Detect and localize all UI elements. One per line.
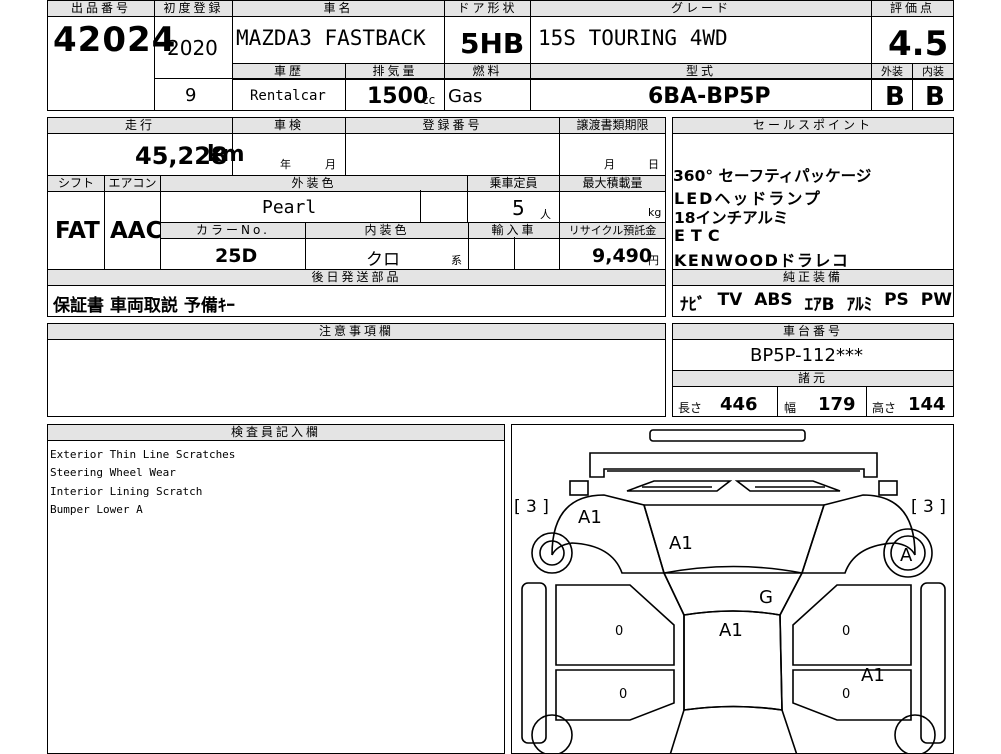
sale-point-5: KENWOODドラレコ [674, 251, 850, 270]
int-color-value: クロ [366, 250, 400, 270]
yen-unit: 円 [648, 254, 659, 267]
deadline-month: 月 [604, 158, 615, 171]
damage-mark-windshield: G [759, 587, 773, 608]
ext-color-header: 外装色 [160, 175, 468, 192]
sale-point-4: ETC [674, 226, 726, 245]
car-name-header: 車名 [232, 0, 445, 17]
damage-mark-hood: A1 [669, 533, 693, 554]
inspection-header: 車検 [232, 117, 346, 134]
mark-right-rear-door: 0 [842, 687, 851, 702]
inspector-notes-header: 検査員記入欄 [47, 424, 505, 441]
equipment-list: ﾅﾋﾞ TV ABS ｴｱB ｱﾙﾐ PS PW [680, 290, 953, 315]
score: 4.5 [888, 24, 949, 64]
capacity-value: 5 [512, 196, 525, 220]
car-outline-drawing [521, 429, 946, 753]
first-reg-year: 2020 [167, 36, 218, 60]
color-no-value: 25D [215, 245, 258, 267]
tread-depth-right: [ 3 ] [911, 497, 946, 517]
equipment-item: ﾅﾋﾞ [680, 295, 706, 315]
mileage-header: 走行 [47, 117, 233, 134]
first-reg-header: 初度登録 [154, 0, 233, 17]
equipment-item: ｱﾙﾐ [846, 295, 873, 315]
height-label: 高さ [872, 401, 897, 415]
aircon-header: エアコン [104, 175, 161, 192]
fuel-value: Gas [448, 86, 483, 107]
model-code: 6BA-BP5P [648, 84, 771, 109]
sale-point-1: 360° セーフティパッケージ [673, 167, 872, 185]
kei-unit: 系 [451, 254, 462, 267]
inspector-note-4: Bumper Lower A [50, 503, 143, 516]
exterior-grade: B [885, 82, 905, 112]
chassis-number: BP5P-112*** [750, 345, 863, 366]
max-load-header: 最大積載量 [559, 175, 666, 192]
length-label: 長さ [678, 401, 703, 415]
score-header: 評価点 [871, 0, 954, 17]
damage-mark-front-left: A1 [578, 507, 602, 528]
sale-points-header: セールスポイント [672, 117, 954, 134]
door-header: ドア形状 [444, 0, 531, 17]
chassis-header: 車台番号 [672, 323, 954, 340]
shift-value: FAT [55, 218, 100, 244]
inspector-note-1: Exterior Thin Line Scratches [50, 448, 236, 461]
aircon-value: AAC [110, 218, 163, 244]
equipment-item: PS [884, 290, 909, 310]
interior-grade: B [925, 82, 945, 112]
displacement-value: 1500 [367, 84, 429, 109]
lot-no-header: 出品番号 [47, 0, 155, 17]
history-count: 9 [185, 85, 197, 106]
car-damage-diagram: [ 3 ] [ 3 ] A1 A1 A G A1 A1 0 0 0 0 [511, 424, 954, 754]
capacity-header: 乗車定員 [467, 175, 560, 192]
inspector-note-2: Steering Wheel Wear [50, 466, 176, 479]
mark-left-rear-door: 0 [619, 687, 628, 702]
tread-depth-left: [ 3 ] [514, 497, 549, 517]
lot-number: 42024 [53, 20, 177, 60]
recycle-value: 9,490 [592, 245, 653, 267]
mark-left-door: 0 [615, 624, 624, 639]
grade: 15S TOURING 4WD [538, 26, 728, 50]
reg-no-header: 登録番号 [345, 117, 560, 134]
inspector-note-3: Interior Lining Scratch [50, 485, 203, 498]
recycle-header: リサイクル預託金 [559, 222, 666, 239]
kg-unit: kg [648, 206, 662, 219]
height-value: 144 [908, 394, 946, 415]
cc-unit: cc [422, 93, 436, 107]
color-no-header: カラーNo. [160, 222, 306, 239]
equipment-item: ABS [754, 290, 793, 310]
grade-header: グレード [530, 0, 872, 17]
km-unit: km [207, 142, 245, 167]
inspection-month: 月 [325, 158, 336, 171]
sale-point-3: 18インチアルミ [674, 209, 789, 227]
length-value: 446 [720, 394, 758, 415]
deadline-day: 日 [648, 158, 659, 171]
notes-header: 注意事項欄 [47, 323, 666, 340]
later-parts-value: 保証書 車両取説 予備ｷｰ [53, 296, 235, 316]
transfer-deadline-header: 譲渡書類期限 [559, 117, 666, 134]
persons-unit: 人 [540, 208, 551, 221]
door-type: 5HB [460, 27, 525, 60]
shift-header: シフト [47, 175, 105, 192]
damage-mark-right-rear-door: A1 [861, 665, 885, 686]
equipment-item: PW [920, 290, 953, 310]
width-label: 幅 [784, 401, 797, 415]
int-color-header: 内装色 [305, 222, 469, 239]
later-parts-header: 後日発送部品 [47, 269, 666, 286]
damage-mark-front-right-tire: A [900, 545, 913, 566]
damage-mark-roof: A1 [719, 620, 743, 641]
inspection-year: 年 [280, 158, 291, 171]
ext-color-value: Pearl [262, 197, 317, 218]
equipment-item: ｴｱB [804, 295, 835, 315]
specs-header: 諸元 [672, 370, 954, 387]
history-type: Rentalcar [250, 88, 326, 104]
car-name: MAZDA3 FASTBACK [236, 26, 426, 50]
mark-right-door: 0 [842, 624, 851, 639]
equipment-item: TV [717, 290, 743, 310]
equipment-header: 純正装備 [672, 269, 954, 286]
width-value: 179 [818, 394, 856, 415]
